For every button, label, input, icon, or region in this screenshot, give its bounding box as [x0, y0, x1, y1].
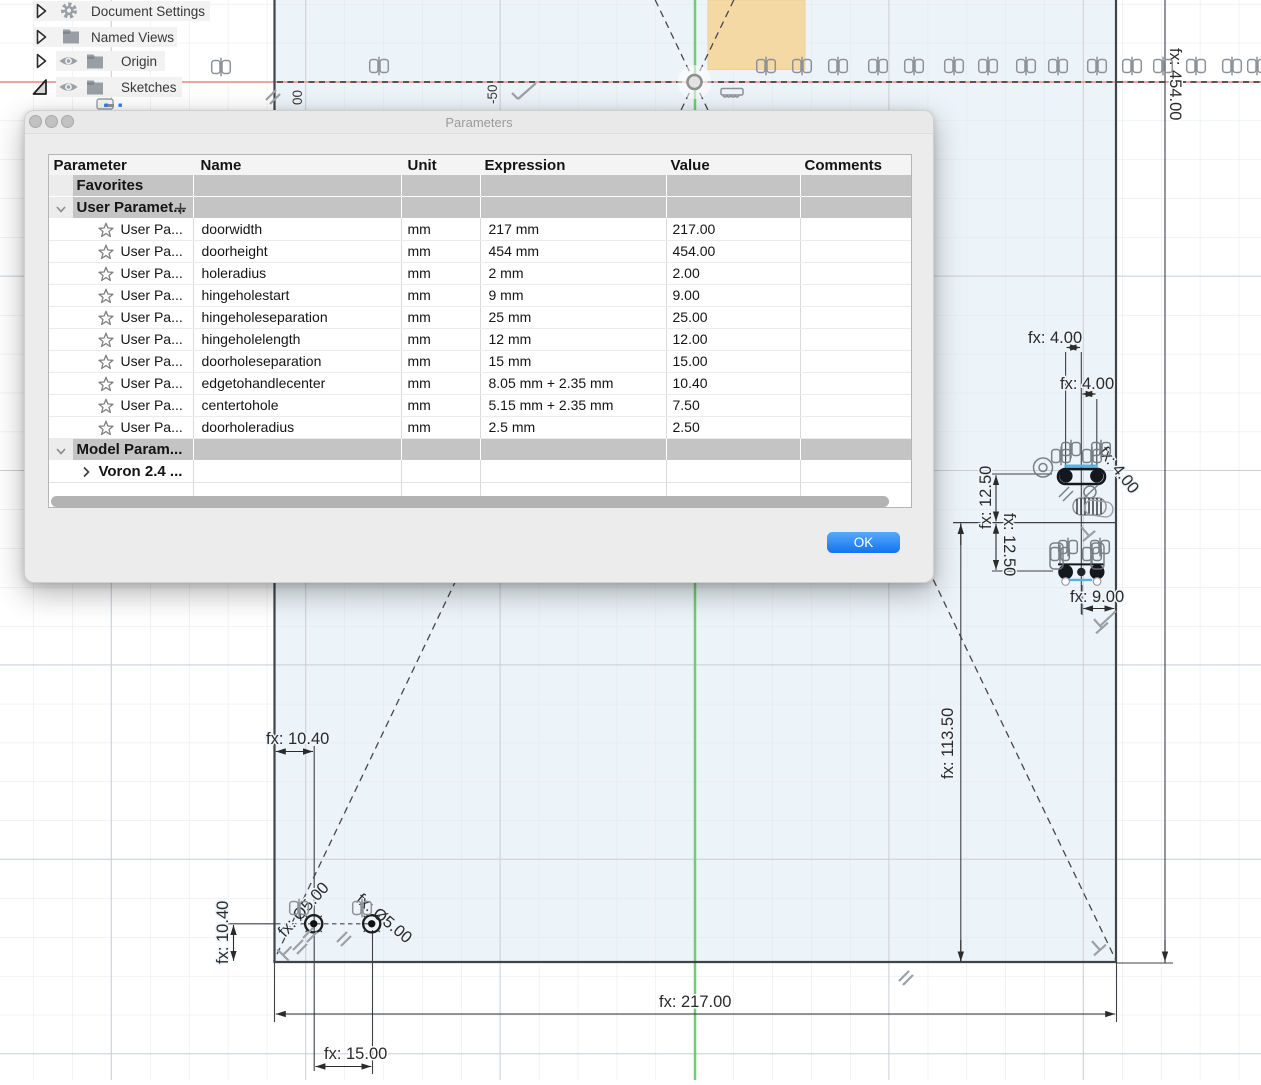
- svg-text:fx: 4.00: fx: 4.00: [1060, 375, 1114, 393]
- svg-text:fx: 12.50: fx: 12.50: [1000, 513, 1018, 576]
- svg-text:fx: 10.40: fx: 10.40: [266, 730, 329, 748]
- svg-text:fx: 217.00: fx: 217.00: [659, 993, 731, 1011]
- svg-text:00: 00: [290, 90, 305, 105]
- svg-text:fx: 9.00: fx: 9.00: [1070, 588, 1124, 606]
- svg-text:fx: 10.40: fx: 10.40: [214, 901, 232, 964]
- svg-text:fx: 15.00: fx: 15.00: [324, 1045, 387, 1063]
- svg-text:fx: 4.00: fx: 4.00: [1028, 329, 1082, 347]
- svg-text:-50: -50: [485, 84, 500, 104]
- svg-text:fx: 113.50: fx: 113.50: [939, 708, 957, 779]
- svg-text:fx: 12.50: fx: 12.50: [977, 466, 995, 529]
